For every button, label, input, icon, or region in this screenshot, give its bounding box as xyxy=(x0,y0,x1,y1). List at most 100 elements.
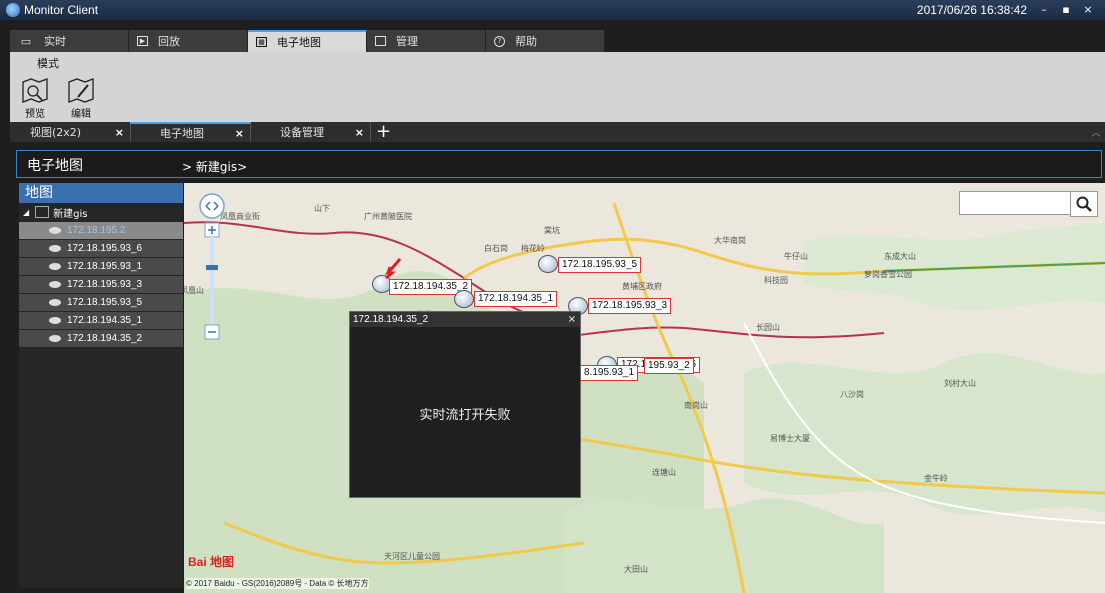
folder-icon xyxy=(375,36,386,46)
edit-button[interactable]: 编辑 xyxy=(64,76,98,122)
minimize-icon[interactable]: – xyxy=(1035,2,1053,18)
menu-tab-help[interactable]: ? 帮助 xyxy=(486,30,605,52)
tree-item[interactable]: 172.18.194.35_2 xyxy=(19,330,183,347)
play-icon: ▶ xyxy=(137,36,148,46)
header-bar: 电子地图 > 新建gis> xyxy=(16,150,1102,178)
camera-icon xyxy=(49,263,61,270)
clock: 2017/06/26 16:38:42 xyxy=(916,3,1027,17)
collapse-icon[interactable]: ︿ xyxy=(1091,124,1101,139)
edit-label: 编辑 xyxy=(71,109,91,120)
map-copyright: © 2017 Baidu - GS(2016)2089号 - Data © 长地… xyxy=(186,578,369,589)
camera-icon xyxy=(49,335,61,342)
map-search-input[interactable] xyxy=(959,191,1071,215)
camera-label[interactable]: 172.18.195.93_3 xyxy=(588,298,672,314)
ribbon: 模式 预览 编辑 xyxy=(10,52,1105,122)
tree-item[interactable]: 172.18.194.35_1 xyxy=(19,312,183,329)
map-place-label: 广州黄陂医院 xyxy=(364,212,412,221)
map-place-label: 大华南岗 xyxy=(714,236,746,245)
expand-icon[interactable]: ◢ xyxy=(23,208,29,217)
tree-item[interactable]: 172.18.195.2 xyxy=(19,222,183,239)
map-place-label: 东成大山 xyxy=(884,252,916,261)
tab-device-manage[interactable]: 设备管理 × xyxy=(250,122,371,142)
map-place-label: 南岗山 xyxy=(684,401,708,410)
menu-label: 电子地图 xyxy=(277,36,321,49)
map-edit-icon xyxy=(68,78,94,103)
camera-label[interactable]: 195.93_2 xyxy=(644,358,694,374)
tab-close-icon[interactable]: × xyxy=(115,126,124,139)
tree-item-label: 172.18.195.93_1 xyxy=(67,261,143,272)
camera-pin-icon[interactable] xyxy=(454,290,474,308)
add-tab-icon[interactable]: + xyxy=(376,121,391,142)
map-place-label: 金牛岭 xyxy=(924,474,948,483)
map-folder-icon xyxy=(35,206,50,218)
camera-label[interactable]: 172.18.195.93_5 xyxy=(558,257,642,273)
search-icon xyxy=(1076,196,1092,212)
map-place-label: 科技园 xyxy=(764,276,788,285)
map-place-label: 牛仔山 xyxy=(784,252,808,261)
camera-label[interactable]: 8.195.93_1 xyxy=(580,365,639,381)
menu-tab-emap[interactable]: ▦ 电子地图 xyxy=(248,30,367,52)
popup-message: 实时流打开失败 xyxy=(419,408,511,423)
document-tabs: 视图(2x2) × 电子地图 × 设备管理 × + ︿ xyxy=(10,121,1105,142)
map-place-label: 白石岗 xyxy=(484,244,508,253)
camera-label[interactable]: 172.18.194.35_1 xyxy=(474,291,558,307)
page-title: 电子地图 xyxy=(27,158,83,174)
tab-label: 视图(2x2) xyxy=(30,126,82,139)
map-place-label: 棠坑 xyxy=(544,226,560,235)
tab-emap[interactable]: 电子地图 × xyxy=(130,122,251,142)
tree-item-label: 172.18.194.35_2 xyxy=(67,333,143,344)
mode-group-title: 模式 xyxy=(37,57,59,70)
popup-title: 172.18.194.35_2 xyxy=(350,312,580,327)
tab-label: 电子地图 xyxy=(160,127,204,140)
camera-icon xyxy=(49,227,61,234)
map-canvas[interactable]: 凤凰商业街 广州黄陂医院 白石岗 梅花岭 大华南岗 黄埔区政府 萝岗香雪公园 长… xyxy=(184,183,1105,593)
maximize-icon[interactable]: ▪ xyxy=(1057,2,1075,18)
tree-root[interactable]: ◢ 新建gis xyxy=(19,203,183,221)
tree-item[interactable]: 172.18.195.93_5 xyxy=(19,294,183,311)
menu-label: 帮助 xyxy=(515,35,537,48)
preview-button[interactable]: 预览 xyxy=(18,76,52,122)
map-place-label: 山下 xyxy=(314,204,330,213)
monitor-icon: ▭ xyxy=(20,34,32,48)
popup-close-icon[interactable]: × xyxy=(568,312,576,327)
tree-item[interactable]: 172.18.195.93_3 xyxy=(19,276,183,293)
search-button[interactable] xyxy=(1070,191,1098,217)
tab-view-2x2[interactable]: 视图(2x2) × xyxy=(10,122,131,142)
tree-item-label: 172.18.195.2 xyxy=(67,225,126,236)
close-icon[interactable]: × xyxy=(1079,2,1097,18)
menu-tab-playback[interactable]: ▶ 回放 xyxy=(129,30,248,52)
map-place-label: 刘村大山 xyxy=(944,379,976,388)
help-icon: ? xyxy=(494,35,505,47)
app-logo-icon xyxy=(6,3,20,17)
arrow-pointer-icon xyxy=(384,258,402,279)
tree-item[interactable]: 172.18.195.93_6 xyxy=(19,240,183,257)
breadcrumb: > 新建gis> xyxy=(182,160,248,174)
tab-close-icon[interactable]: × xyxy=(355,126,364,139)
camera-icon xyxy=(49,299,61,306)
preview-label: 预览 xyxy=(25,109,45,120)
map-place-label: 黄埔区政府 xyxy=(622,282,662,291)
video-popup: 172.18.194.35_2 × 实时流打开失败 xyxy=(349,311,581,498)
tree-item-label: 172.18.195.93_6 xyxy=(67,243,143,254)
camera-icon xyxy=(49,245,61,252)
tree-item-label: 172.18.195.93_5 xyxy=(67,297,143,308)
tree-root-label: 新建gis xyxy=(53,208,88,220)
map-zoom-control xyxy=(198,193,228,356)
main-menu: ▭ 实时 ▶ 回放 ▦ 电子地图 管理 ? 帮助 xyxy=(10,30,608,52)
map-place-label: 大田山 xyxy=(624,565,648,574)
map-place-label: 长园山 xyxy=(756,323,780,332)
menu-tab-manage[interactable]: 管理 xyxy=(367,30,486,52)
tab-label: 设备管理 xyxy=(280,126,324,139)
app-title: Monitor Client xyxy=(24,3,99,17)
title-bar: Monitor Client 2017/06/26 16:38:42 – ▪ × xyxy=(0,0,1105,20)
tab-close-icon[interactable]: × xyxy=(235,127,244,140)
map-place-label: 萝岗香雪公园 xyxy=(864,270,912,279)
menu-label: 实时 xyxy=(44,35,66,48)
tree-item-label: 172.18.195.93_3 xyxy=(67,279,143,290)
camera-pin-icon[interactable] xyxy=(538,255,558,273)
tree-item[interactable]: 172.18.195.93_1 xyxy=(19,258,183,275)
map-place-label: 天河区儿童公园 xyxy=(384,552,440,561)
zoom-slider-icon xyxy=(199,193,225,340)
menu-tab-live[interactable]: ▭ 实时 xyxy=(10,30,129,52)
baidu-logo: Bai 地图 xyxy=(188,555,235,569)
